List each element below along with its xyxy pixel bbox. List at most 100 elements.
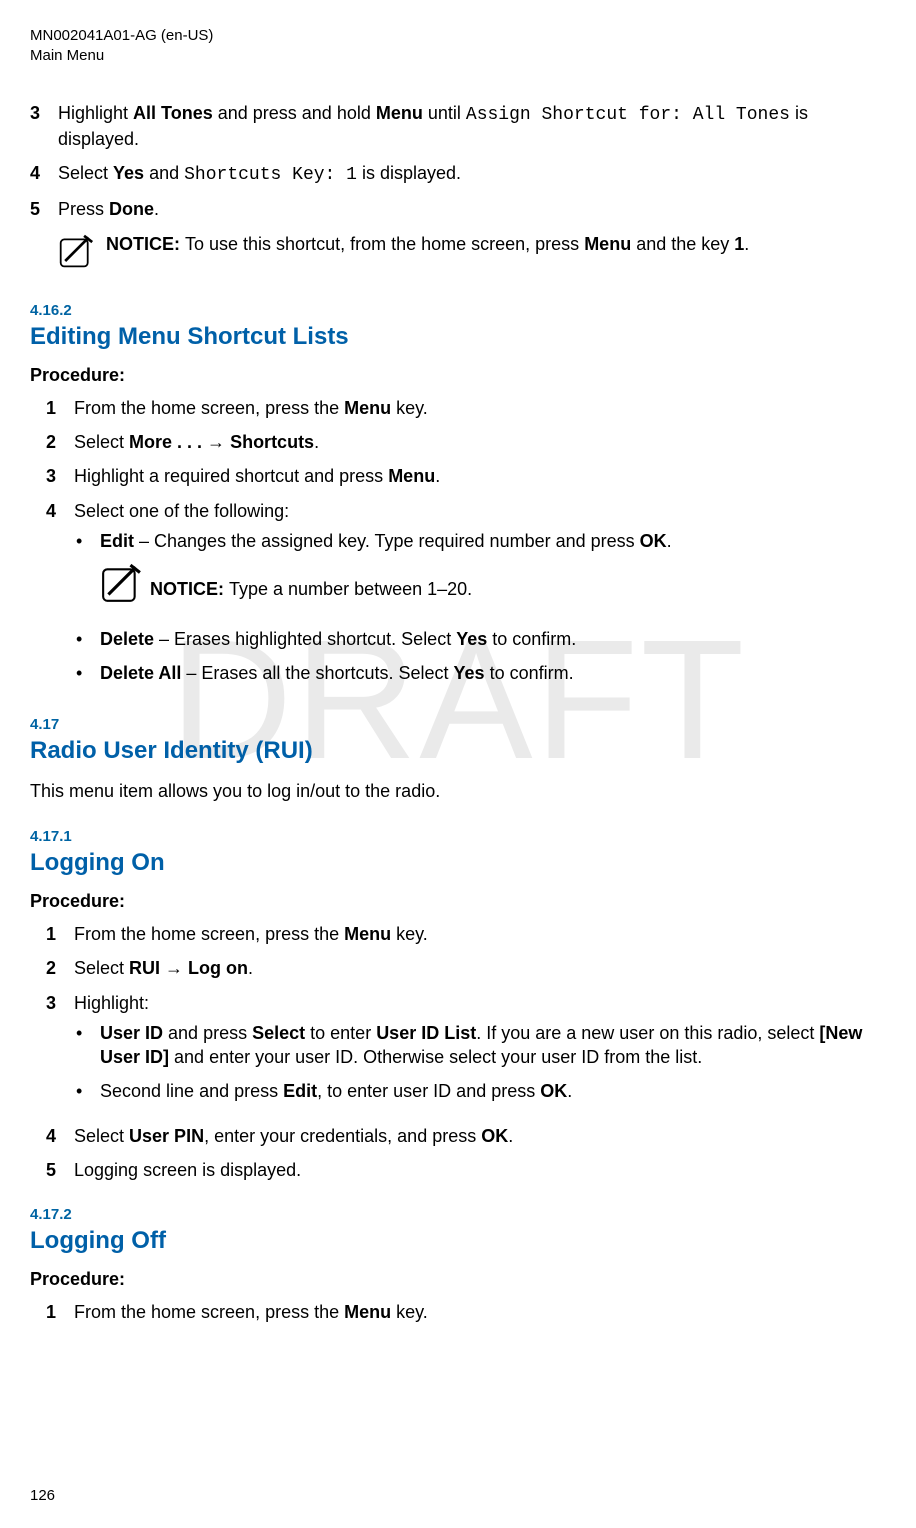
notice-block: NOTICE: Type a number between 1–20.	[100, 563, 888, 605]
notice-text: NOTICE: Type a number between 1–20.	[150, 577, 472, 605]
step-number: 3	[30, 101, 58, 152]
bold: Log on	[188, 958, 248, 978]
notice-label: NOTICE:	[106, 234, 185, 254]
bold: Yes	[454, 663, 485, 683]
text: Select	[74, 432, 129, 452]
text: Highlight a required shortcut and press	[74, 466, 388, 486]
text: From the home screen, press the	[74, 398, 344, 418]
text: .	[508, 1126, 513, 1146]
text: – Erases highlighted shortcut. Select	[154, 629, 456, 649]
procedure-label: Procedure:	[30, 891, 888, 912]
text: to confirm.	[485, 663, 574, 683]
bullet-body: Second line and press Edit, to enter use…	[100, 1079, 888, 1103]
text: and press	[163, 1023, 252, 1043]
notice-icon	[58, 234, 94, 270]
text: , enter your credentials, and press	[204, 1126, 481, 1146]
step: 1 From the home screen, press the Menu k…	[30, 396, 888, 420]
section-title: Radio User Identity (RUI)	[30, 737, 888, 765]
bullet-dot: •	[74, 627, 100, 651]
text: Highlight	[58, 103, 133, 123]
step: 1 From the home screen, press the Menu k…	[30, 1300, 888, 1324]
step-body: Press Done.	[58, 197, 888, 221]
text: Select	[74, 958, 129, 978]
section-title: Logging Off	[30, 1227, 888, 1255]
arrow: →	[160, 958, 188, 978]
bold: Menu	[344, 1302, 391, 1322]
step-number: 5	[30, 197, 58, 221]
bold: Edit	[100, 531, 134, 551]
step-number: 1	[46, 396, 74, 420]
bold: Menu	[584, 234, 631, 254]
text: – Erases all the shortcuts. Select	[181, 663, 453, 683]
step-number: 2	[46, 956, 74, 980]
step-body: Select RUI → Log on.	[74, 956, 888, 980]
text: .	[667, 531, 672, 551]
step-body: Select Yes and Shortcuts Key: 1 is displ…	[58, 161, 888, 187]
page-number: 126	[30, 1487, 55, 1504]
bullet-item: • User ID and press Select to enter User…	[74, 1021, 888, 1070]
bold: OK	[481, 1126, 508, 1146]
bold: More . . .	[129, 432, 202, 452]
step-body: Highlight: • User ID and press Select to…	[74, 991, 888, 1114]
text: .	[248, 958, 253, 978]
section-number: 4.17.1	[30, 828, 888, 845]
text: key.	[391, 924, 428, 944]
step: 2 Select RUI → Log on.	[30, 956, 888, 980]
bold: Select	[252, 1023, 305, 1043]
bold: OK	[640, 531, 667, 551]
text: Select	[74, 1126, 129, 1146]
doc-section: Main Menu	[30, 46, 888, 66]
step-body: From the home screen, press the Menu key…	[74, 396, 888, 420]
text: until	[423, 103, 466, 123]
step-body: Logging screen is displayed.	[74, 1158, 888, 1182]
step-body: Select User PIN, enter your credentials,…	[74, 1124, 888, 1148]
text: and enter your user ID. Otherwise select…	[169, 1047, 702, 1067]
notice-block: NOTICE: To use this shortcut, from the h…	[30, 232, 888, 270]
text: From the home screen, press the	[74, 1302, 344, 1322]
text: .	[314, 432, 319, 452]
step: 2 Select More . . . → Shortcuts.	[30, 430, 888, 454]
step: 5 Logging screen is displayed.	[30, 1158, 888, 1182]
text mid: to enter	[305, 1023, 376, 1043]
body-text: This menu item allows you to log in/out …	[30, 779, 888, 804]
bold: Menu	[344, 398, 391, 418]
arrow: →	[202, 432, 230, 452]
bold: Yes	[113, 163, 144, 183]
bullet-body: User ID and press Select to enter User I…	[100, 1021, 888, 1070]
section-title: Logging On	[30, 849, 888, 877]
text: to confirm.	[487, 629, 576, 649]
bold: OK	[540, 1081, 567, 1101]
bold: Menu	[376, 103, 423, 123]
bullet-body: Delete – Erases highlighted shortcut. Se…	[100, 627, 888, 651]
bold: Yes	[456, 629, 487, 649]
notice-text: NOTICE: To use this shortcut, from the h…	[106, 232, 749, 270]
text: From the home screen, press the	[74, 924, 344, 944]
step-3: 3 Highlight All Tones and press and hold…	[30, 101, 888, 152]
bold: Menu	[344, 924, 391, 944]
step-number: 1	[46, 1300, 74, 1324]
step: 3 Highlight a required shortcut and pres…	[30, 464, 888, 488]
step: 4 Select one of the following: • Edit – …	[30, 499, 888, 696]
text: Highlight:	[74, 993, 149, 1013]
text: Second line and press	[100, 1081, 283, 1101]
step-number: 3	[46, 464, 74, 488]
bullet-body: Edit – Changes the assigned key. Type re…	[100, 529, 888, 617]
notice-icon	[100, 563, 142, 605]
doc-code: MN002041A01-AG (en-US)	[30, 26, 888, 46]
bold: Delete All	[100, 663, 181, 683]
step-body: Select one of the following: • Edit – Ch…	[74, 499, 888, 696]
step-4: 4 Select Yes and Shortcuts Key: 1 is dis…	[30, 161, 888, 187]
step-body: From the home screen, press the Menu key…	[74, 922, 888, 946]
bold: Delete	[100, 629, 154, 649]
bullet-dot: •	[74, 1079, 100, 1103]
step-number: 2	[46, 430, 74, 454]
step-number: 4	[30, 161, 58, 187]
step-body: Highlight All Tones and press and hold M…	[58, 101, 888, 152]
page-content: 3 Highlight All Tones and press and hold…	[30, 101, 888, 1325]
section-title: Editing Menu Shortcut Lists	[30, 323, 888, 351]
procedure-label: Procedure:	[30, 1269, 888, 1290]
text: and the key	[631, 234, 734, 254]
procedure-label: Procedure:	[30, 365, 888, 386]
bold: Edit	[283, 1081, 317, 1101]
bullet-dot: •	[74, 529, 100, 617]
